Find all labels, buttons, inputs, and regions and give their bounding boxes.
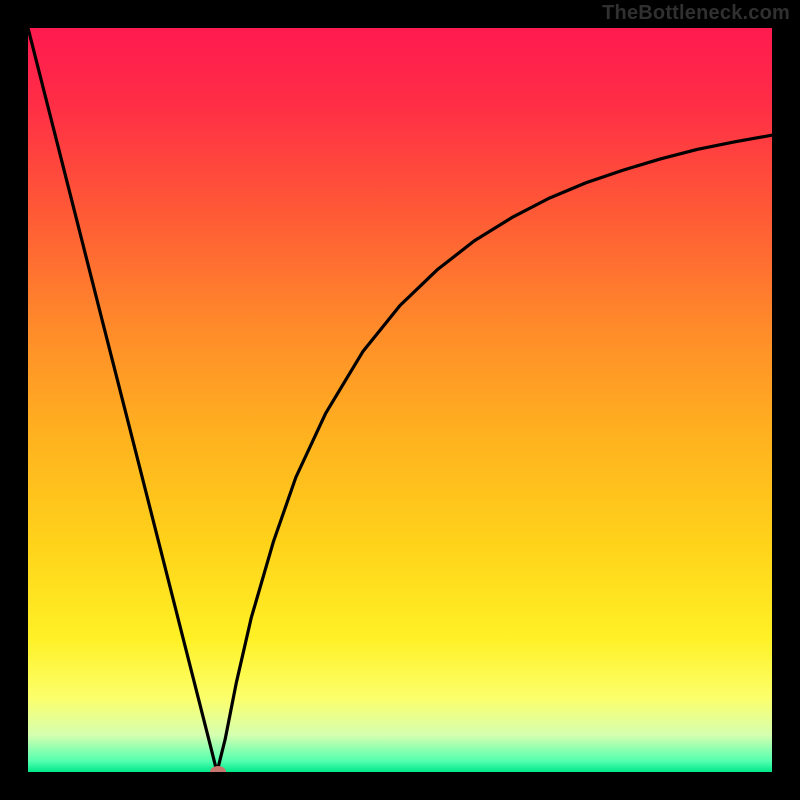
curve-line [28,28,772,772]
chart-frame: TheBottleneck.com [0,0,800,800]
plot-area [28,28,772,772]
marker-dot [210,766,226,772]
watermark-text: TheBottleneck.com [602,2,790,25]
